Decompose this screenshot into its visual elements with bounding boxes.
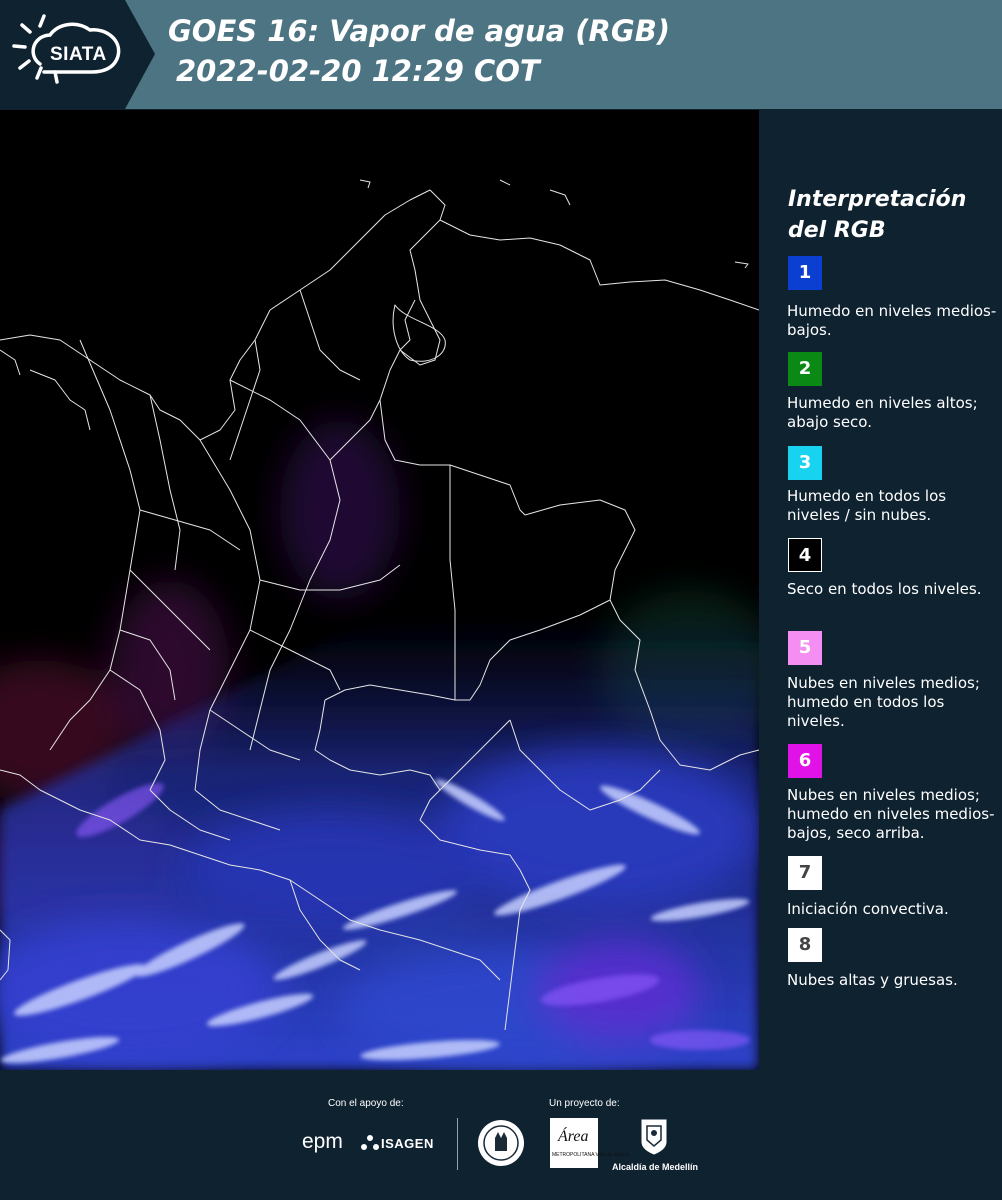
legend-text-6: Nubes en niveles medios; humedo en nivel… (787, 786, 995, 842)
legend-text-2: Humedo en niveles altos; abajo seco. (787, 394, 978, 431)
legend-text-8: Nubes altas y gruesas. (787, 971, 958, 989)
footer-sponsors: Con el apoyo de: Un proyecto de: epm ISA… (0, 1070, 1002, 1200)
legend-text-7: Iniciación convectiva. (787, 900, 949, 918)
rgb-legend: Interpretación del RGB 1 Humedo en nivel… (760, 110, 1002, 1070)
logo-text: SIATA (50, 44, 107, 65)
alcaldia-shield-icon (641, 1119, 667, 1155)
area-metropolitana-logo: Área METROPOLITANA Valle de Aburrá (550, 1118, 629, 1168)
legend-text-1: Humedo en niveles medios-bajos. (787, 302, 997, 339)
legend-swatch-4: 4 (788, 538, 822, 572)
page-title: GOES 16: Vapor de agua (RGB) (168, 14, 671, 48)
legend-swatch-7: 7 (788, 856, 822, 890)
legend-swatch-2: 2 (788, 352, 822, 386)
antioquia-seal-icon (478, 1120, 524, 1166)
legend-swatch-1: 1 (788, 256, 822, 290)
alcaldia-label: Alcaldía de Medellín (612, 1162, 699, 1172)
legend-swatch-6: 6 (788, 744, 822, 778)
siata-logo: SIATA (0, 0, 155, 109)
page-timestamp: 2022-02-20 12:29 COT (176, 54, 540, 88)
area-logo-text: Área (558, 1128, 589, 1145)
legend-title: Interpretación del RGB (788, 187, 967, 243)
area-logo-sub: METROPOLITANA Valle de Aburrá (552, 1152, 630, 1158)
project-label: Un proyecto de: (549, 1098, 620, 1109)
legend-swatch-8: 8 (788, 928, 822, 962)
legend-swatch-3: 3 (788, 446, 822, 480)
legend-swatch-5: 5 (788, 631, 822, 665)
support-label: Con el apoyo de: (328, 1098, 404, 1109)
legend-text-5: Nubes en niveles medios; humedo en todos… (787, 674, 980, 730)
footer-divider (457, 1118, 458, 1170)
header-bar: SIATA GOES 16: Vapor de agua (RGB) 2022-… (0, 0, 1002, 109)
legend-text-3: Humedo en todos los niveles / sin nubes. (787, 487, 947, 524)
isagen-mark-icon (361, 1135, 379, 1150)
legend-text-4: Seco en todos los niveles. (787, 580, 982, 598)
isagen-logo: ISAGEN (381, 1136, 434, 1151)
satellite-map (0, 110, 759, 1070)
epm-logo: epm (302, 1130, 343, 1153)
